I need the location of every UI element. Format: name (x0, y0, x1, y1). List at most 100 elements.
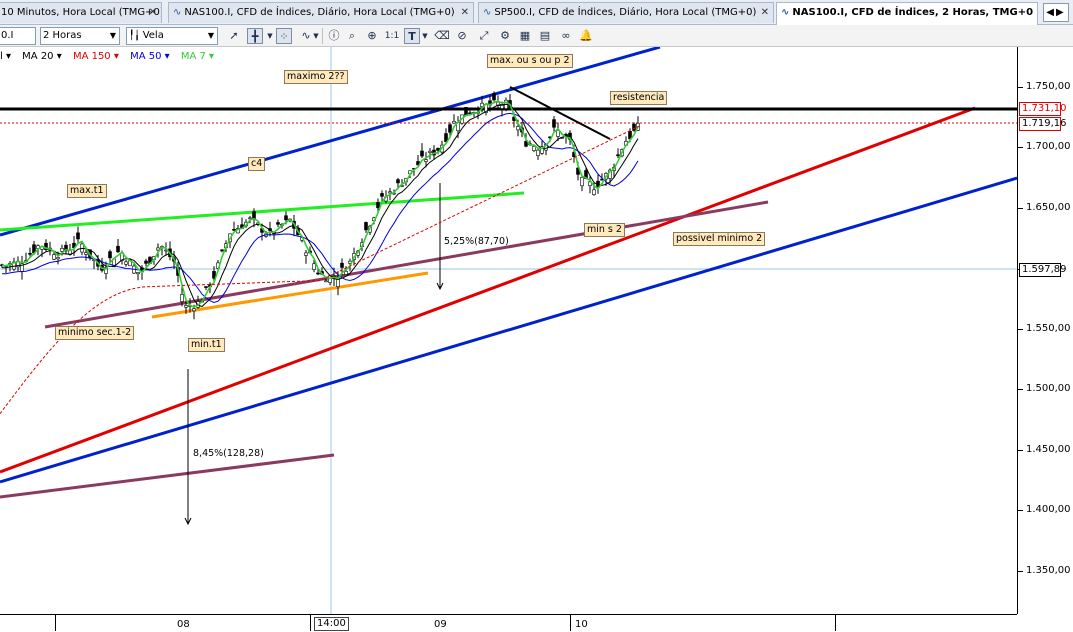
template-icon[interactable]: ▦ (517, 28, 533, 44)
note-min-s2[interactable]: min s 2 (584, 223, 625, 237)
legend-first[interactable]: l ▾ (0, 51, 11, 62)
alert-bell-icon[interactable]: 🔔 (578, 28, 594, 44)
candle-body (592, 189, 596, 195)
chart-icon: ∿ (173, 7, 182, 18)
note-max-t1[interactable]: max.t1 (67, 184, 107, 198)
cursor-icon[interactable]: ➚ (226, 28, 242, 44)
candle-body (52, 254, 56, 260)
candle-body (284, 215, 288, 221)
candle-body (220, 249, 224, 252)
tick-mark (1018, 510, 1023, 511)
note-maximo2[interactable]: maximo 2?? (284, 70, 348, 84)
close-icon[interactable]: ✕ (461, 3, 469, 22)
price-tick: 1.750,00 (1026, 81, 1071, 92)
candle-body (184, 305, 188, 308)
candle-body (552, 119, 556, 128)
fibonacci-icon[interactable]: ⚙ (497, 28, 513, 44)
candle-body (428, 150, 432, 153)
link-icon[interactable]: ∞ (558, 28, 574, 44)
tab-nas100-2horas[interactable]: ∿ NAS100.I, CFD de Índices, 2 Horas, TMG+… (776, 2, 1038, 25)
legend-ma7[interactable]: MA 7 ▾ (181, 51, 214, 62)
text-tool-icon[interactable]: T (404, 28, 420, 44)
day-separator (55, 615, 56, 631)
eraser-icon[interactable]: ⌫ (434, 28, 450, 44)
chart-plot[interactable] (0, 47, 1017, 614)
zoom-reset-button[interactable]: 1:1 (384, 28, 400, 44)
legend-ma20[interactable]: MA 20 ▾ (22, 51, 62, 62)
toolbar-separator (322, 28, 323, 44)
tick-mark (1018, 389, 1023, 390)
candle-body (312, 263, 316, 270)
zoom-area-icon[interactable]: ⌕ (344, 28, 360, 44)
candle-body (56, 257, 60, 260)
chevron-down-icon[interactable]: ▼ (312, 28, 320, 44)
candle-body (304, 252, 308, 256)
candle-body (448, 124, 452, 133)
candle-body (248, 217, 252, 220)
note-resistencia[interactable]: resistencia (610, 91, 668, 105)
time-label-10: 10 (575, 619, 588, 630)
tick-mark (1018, 571, 1023, 572)
note-min-t1[interactable]: min.t1 (188, 338, 225, 352)
symbol-selector[interactable]: 0.I (0, 27, 36, 45)
zoom-in-icon[interactable]: ⊕ (364, 28, 380, 44)
blue-support-line (0, 176, 1017, 484)
chart-type-dropdown[interactable]: ╿╽ Vela ▼ (126, 27, 218, 45)
candle-body (380, 193, 384, 197)
price-tick: 1.400,00 (1026, 504, 1071, 515)
candle-body (364, 222, 368, 231)
candle-body (492, 93, 496, 101)
time-axis[interactable]: 08 09 10 14:00 (0, 614, 1017, 632)
tick-mark (1018, 208, 1023, 209)
note-c4[interactable]: c4 (248, 157, 266, 171)
candle-body (76, 232, 80, 240)
chart-toolbar: 0.I 2 Horas ▼ ╿╽ Vela ▼ ➚ ╋ ▼ ⁘ ∿ ▼ ⓘ ⌕ … (0, 25, 1073, 47)
chevron-down-icon[interactable]: ▼ (266, 28, 274, 44)
purple-trendline-lower (0, 453, 335, 499)
price-tick: 1.450,00 (1026, 444, 1071, 455)
fit-icon[interactable]: ⤢ (476, 28, 492, 44)
note-minimo-sec[interactable]: minimo sec.1-2 (55, 326, 135, 340)
legend-ma150[interactable]: MA 150 ▾ (73, 51, 119, 62)
info-icon[interactable]: ⓘ (326, 28, 342, 44)
candle-body (536, 149, 540, 157)
candle-body (324, 280, 328, 283)
measure-label-2: 8,45%(128,28) (193, 448, 264, 459)
candle-body (232, 229, 236, 231)
close-icon[interactable]: ✕ (761, 3, 769, 22)
trading-platform-window: 10 Minutos, Hora Local (TMG+0) ✕ ∿ NAS100… (0, 0, 1073, 632)
candle-body (376, 202, 380, 209)
arrow-right-icon[interactable]: ▶ (1056, 7, 1066, 18)
legend-ma50[interactable]: MA 50 ▾ (130, 51, 170, 62)
tab-sp500-diario[interactable]: ∿ SP500.I, CFD de Índices, Diário, Hora L… (478, 2, 774, 23)
chevron-down-icon[interactable]: ▼ (421, 28, 429, 44)
price-tick: 1.650,00 (1026, 202, 1071, 213)
tab-label: 10 Minutos, Hora Local (TMG+0) (1, 7, 162, 18)
tab-label: NAS100.I, CFD de Índices, Diário, Hora L… (184, 7, 455, 18)
resistance-price-tag: 1.731,10 (1019, 102, 1067, 116)
symbol-value: 0.I (1, 30, 14, 41)
measure-label-1: 5,25%(87,70) (444, 236, 509, 247)
price-tick: 1.350,00 (1026, 565, 1071, 576)
candle-body (192, 308, 196, 312)
candle-body (532, 146, 536, 151)
time-label-09: 09 (434, 619, 447, 630)
close-icon[interactable]: ✕ (149, 3, 157, 22)
tab-10-minutos[interactable]: 10 Minutos, Hora Local (TMG+0) ✕ (0, 2, 162, 23)
tab-scroll-arrows[interactable]: ◀▶ (1043, 3, 1069, 22)
grid-icon[interactable]: ⁘ (276, 28, 292, 44)
tab-nas100-diario[interactable]: ∿ NAS100.I, CFD de Índices, Diário, Hora … (168, 2, 474, 23)
arrow-left-icon[interactable]: ◀ (1046, 7, 1056, 18)
note-possivel-minimo2[interactable]: possivel minimo 2 (673, 232, 766, 246)
crosshair-icon[interactable]: ╋ (247, 28, 263, 44)
candle-body (28, 253, 32, 255)
day-separator (835, 615, 836, 631)
note-max-ou-s[interactable]: max. ou s ou p 2 (487, 54, 573, 68)
save-chart-icon[interactable]: ▤ (537, 28, 553, 44)
tab-label: NAS100.I, CFD de Índices, 2 Horas, TMG+0 (792, 7, 1034, 18)
timeframe-dropdown[interactable]: 2 Horas ▼ (40, 27, 120, 45)
price-axis[interactable]: 1.750,00 1.700,00 1.650,00 1.550,00 1.50… (1017, 47, 1073, 614)
candle-body (420, 150, 424, 157)
price-chart[interactable]: l ▾ MA 20 ▾ MA 150 ▾ MA 50 ▾ MA 7 ▾ maxi… (0, 47, 1073, 632)
delete-objects-icon[interactable]: ⊘ (454, 28, 470, 44)
